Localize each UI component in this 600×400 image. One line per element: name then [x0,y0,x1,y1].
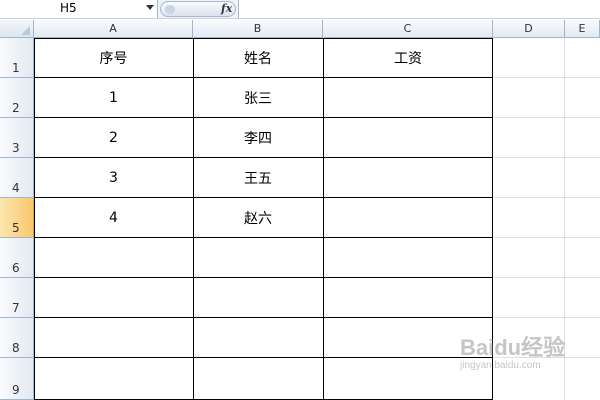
cell-b1[interactable]: 姓名 [193,38,323,78]
row-header-5[interactable]: 5 [0,198,34,238]
row-header-1[interactable]: 1 [0,38,34,78]
cell-a4[interactable]: 3 [34,158,193,198]
row-header-7[interactable]: 7 [0,278,34,318]
column-header-c[interactable]: C [323,20,493,38]
row-header-label: 8 [12,341,20,355]
cell-c3[interactable] [323,118,493,158]
cell-a6[interactable] [34,238,193,278]
row-header-2[interactable]: 2 [0,78,34,118]
row-header-label: 2 [12,101,20,115]
row-header-label: 9 [12,383,20,397]
row-header-6[interactable]: 6 [0,238,34,278]
cell-a1[interactable]: 序号 [34,38,193,78]
row-header-label: 1 [12,61,20,75]
row-header-3[interactable]: 3 [0,118,34,158]
resize-grip-icon[interactable] [165,5,175,14]
cell-c1[interactable]: 工资 [323,38,493,78]
watermark-logo: Baidu经验 [460,335,566,360]
cell-c6[interactable] [323,238,493,278]
column-header-d[interactable]: D [493,20,565,38]
watermark: Baidu经验 jingyan.baidu.com [460,330,565,371]
name-box-value: H5 [60,1,77,15]
column-header-a[interactable]: A [34,20,193,38]
row-header-label: 3 [12,141,20,155]
cell-c4[interactable] [323,158,493,198]
row-header-9[interactable]: 9 [0,358,34,400]
row-header-label: 5 [12,221,20,235]
cell-a5[interactable]: 4 [34,198,193,238]
cell-b9[interactable] [193,358,323,400]
name-box[interactable]: H5 [0,0,158,18]
row-header-8[interactable]: 8 [0,318,34,358]
cell-b8[interactable] [193,318,323,358]
cell-b3[interactable]: 李四 [193,118,323,158]
cell-c2[interactable] [323,78,493,118]
select-all-icon [21,26,30,35]
cell-b4[interactable]: 王五 [193,158,323,198]
cell-c5[interactable] [323,198,493,238]
cell-c7[interactable] [323,278,493,318]
cell-b2[interactable]: 张三 [193,78,323,118]
column-header-b[interactable]: B [193,20,323,38]
cell-b7[interactable] [193,278,323,318]
cell-a3[interactable]: 2 [34,118,193,158]
chevron-down-icon[interactable] [146,5,154,10]
row-header-label: 6 [12,261,20,275]
column-header-e[interactable]: E [565,20,600,38]
formula-input[interactable] [238,0,600,18]
cell-a9[interactable] [34,358,193,400]
insert-function-icon[interactable]: fx [221,2,232,15]
cell-b6[interactable] [193,238,323,278]
row-header-label: 7 [12,301,20,315]
row-header-label: 4 [12,181,20,195]
cell-a8[interactable] [34,318,193,358]
cell-b5[interactable]: 赵六 [193,198,323,238]
row-header-4[interactable]: 4 [0,158,34,198]
formula-buttons: fx [160,1,236,17]
cell-a2[interactable]: 1 [34,78,193,118]
formula-bar: H5 fx [0,0,600,19]
cell-a7[interactable] [34,278,193,318]
select-all-button[interactable] [0,20,34,38]
